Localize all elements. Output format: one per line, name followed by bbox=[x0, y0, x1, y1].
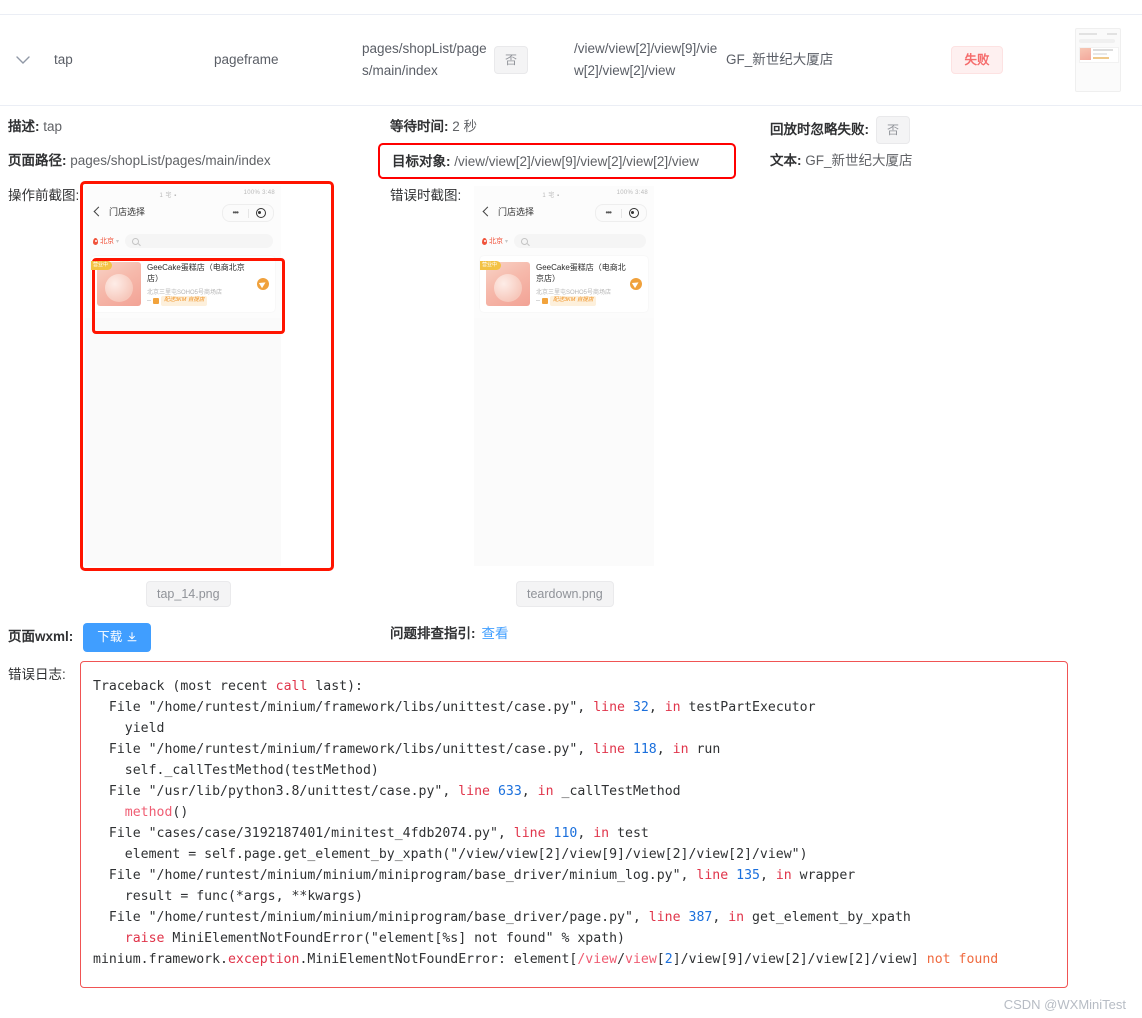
summary-frame: pageframe bbox=[214, 52, 279, 67]
delivery-icon bbox=[542, 297, 548, 304]
download-button[interactable]: 下载 bbox=[83, 623, 152, 652]
status-badge: 失败 bbox=[951, 45, 1003, 75]
page-path-label: 页面路径: bbox=[8, 153, 67, 168]
wechat-capsule-button[interactable]: ••• bbox=[595, 204, 647, 222]
description-label: 描述: bbox=[8, 119, 40, 134]
close-circle-icon[interactable] bbox=[622, 208, 647, 218]
step-summary-row[interactable]: tap pageframe pages/shopList/pages/main/… bbox=[0, 15, 1142, 105]
guide-view-link[interactable]: 查看 bbox=[482, 624, 509, 644]
field-page-path: 页面路径: pages/shopList/pages/main/index bbox=[8, 151, 271, 171]
download-button-label: 下载 bbox=[97, 630, 123, 644]
city-caret-icon[interactable]: ▾ bbox=[505, 238, 508, 245]
before-screenshot-image[interactable]: 1 宅 ▪ 100% 3:48 门店选择 ••• 北京 ▾ 营业中 GeeCak… bbox=[85, 186, 281, 566]
dash-decor bbox=[536, 300, 540, 302]
ignore-failure-badge: 否 bbox=[876, 116, 911, 144]
navigate-arrow-icon[interactable] bbox=[630, 278, 642, 290]
more-dots-icon[interactable]: ••• bbox=[223, 209, 248, 217]
summary-ignore-badge: 否 bbox=[494, 46, 529, 74]
close-circle-icon[interactable] bbox=[249, 208, 274, 218]
back-arrow-icon[interactable] bbox=[482, 208, 491, 217]
error-screenshot-label: 错误时截图: bbox=[390, 188, 462, 203]
phone-status-bar: 1 宅 ▪ 100% 3:48 bbox=[85, 186, 281, 202]
shop-address: 北京三里屯SOHO5号商场店 bbox=[536, 290, 612, 296]
phone-list-empty-area bbox=[474, 318, 654, 566]
summary-status-cell: 失败 bbox=[901, 45, 1053, 75]
error-log-label: 错误日志: bbox=[8, 667, 66, 682]
screenshot-thumbnail[interactable] bbox=[1074, 28, 1121, 92]
error-log-content: Traceback (most recent call last): File … bbox=[93, 679, 999, 967]
field-description: 描述: tap bbox=[8, 117, 62, 137]
shop-delivery-tag: 配送3KM 自提店 bbox=[550, 296, 597, 306]
shop-tag-row: 配送3KM 自提店 bbox=[536, 296, 597, 306]
field-wait-time: 等待时间: 2 秒 bbox=[390, 117, 477, 137]
field-troubleshoot-guide: 问题排查指引: 查看 bbox=[390, 624, 509, 644]
phone-search-row[interactable]: 北京 ▾ bbox=[93, 234, 273, 248]
summary-page-path: pages/shopList/pages/main/index bbox=[362, 41, 487, 78]
phone-nav-title: 门店选择 bbox=[498, 207, 535, 217]
phone-status-left: 1 宅 ▪ bbox=[159, 193, 177, 199]
phone-search-row[interactable]: 北京 ▾ bbox=[482, 234, 646, 248]
watermark: CSDN @WXMiniTest bbox=[1003, 997, 1126, 1012]
phone-list-empty-area bbox=[85, 318, 281, 566]
wechat-capsule-button[interactable]: ••• bbox=[222, 204, 274, 222]
shop-open-badge: 营业中 bbox=[91, 261, 113, 270]
text-label: 文本: bbox=[770, 153, 802, 168]
shop-list-item[interactable]: 营业中 GeeCake蛋糕店（电商北京店） 北京三里屯SOHO5号商场店 配送3… bbox=[480, 256, 648, 312]
before-screenshot-label: 操作前截图: bbox=[8, 188, 80, 203]
phone-status-right: 100% 3:48 bbox=[616, 190, 648, 196]
wait-time-label: 等待时间: bbox=[390, 119, 449, 134]
phone-nav-bar: 门店选择 ••• bbox=[474, 204, 654, 228]
description-value: tap bbox=[43, 119, 63, 134]
location-pin-icon bbox=[93, 237, 98, 245]
phone-nav-bar: 门店选择 ••• bbox=[85, 204, 281, 228]
wait-time-value: 2 秒 bbox=[452, 119, 478, 134]
error-log-box[interactable]: Traceback (most recent call last): File … bbox=[80, 661, 1068, 988]
ignore-failure-label: 回放时忽略失败: bbox=[770, 122, 869, 137]
target-object-label: 目标对象: bbox=[392, 154, 451, 169]
download-icon bbox=[127, 632, 137, 642]
search-icon bbox=[132, 238, 140, 245]
summary-ignore-cell: 否 bbox=[494, 46, 574, 74]
field-target-object: 目标对象: /view/view[2]/view[9]/view[2]/view… bbox=[392, 152, 699, 172]
shop-name: GeeCake蛋糕店（电商北京店） bbox=[536, 263, 626, 283]
target-object-value: /view/view[2]/view[9]/view[2]/view[2]/vi… bbox=[454, 154, 699, 169]
search-icon bbox=[521, 238, 529, 245]
back-arrow-icon[interactable] bbox=[93, 208, 102, 217]
text-value: GF_新世纪大厦店 bbox=[805, 153, 913, 168]
phone-status-left: 1 宅 ▪ bbox=[542, 193, 560, 199]
phone-search-input[interactable] bbox=[125, 234, 273, 248]
city-selector-label[interactable]: 北京 bbox=[100, 236, 114, 246]
error-screenshot-image[interactable]: 1 宅 ▪ 100% 3:48 门店选择 ••• 北京 ▾ 营业中 GeeCak… bbox=[474, 186, 654, 566]
field-ignore-failure: 回放时忽略失败: 否 bbox=[770, 116, 911, 144]
guide-label: 问题排查指引: bbox=[390, 626, 476, 641]
phone-status-right: 100% 3:48 bbox=[243, 190, 275, 196]
city-selector-label[interactable]: 北京 bbox=[489, 236, 503, 246]
phone-search-input[interactable] bbox=[514, 234, 646, 248]
field-page-wxml: 页面wxml: 下载 bbox=[8, 623, 152, 652]
summary-target-object: /view/view[2]/view[9]/view[2]/view[2]/vi… bbox=[574, 41, 718, 78]
before-screenshot-filename: tap_14.png bbox=[146, 581, 231, 608]
chevron-down-icon[interactable] bbox=[0, 55, 46, 65]
shop-open-badge: 营业中 bbox=[480, 261, 502, 270]
target-element-highlight bbox=[92, 258, 285, 334]
page-wxml-label: 页面wxml: bbox=[8, 629, 74, 645]
phone-status-bar: 1 宅 ▪ 100% 3:48 bbox=[474, 186, 654, 202]
summary-action: tap bbox=[54, 52, 73, 67]
city-caret-icon[interactable]: ▾ bbox=[116, 238, 119, 245]
phone-nav-title: 门店选择 bbox=[109, 207, 146, 217]
more-dots-icon[interactable]: ••• bbox=[596, 209, 621, 217]
error-screenshot-filename: teardown.png bbox=[516, 581, 614, 608]
report-detail-page: tap pageframe pages/shopList/pages/main/… bbox=[0, 0, 1142, 1018]
location-pin-icon bbox=[482, 237, 487, 245]
summary-thumbnail-cell[interactable] bbox=[1053, 28, 1142, 92]
summary-text: GF_新世纪大厦店 bbox=[726, 52, 834, 67]
summary-divider bbox=[0, 105, 1142, 106]
page-path-value: pages/shopList/pages/main/index bbox=[70, 153, 271, 168]
field-text: 文本: GF_新世纪大厦店 bbox=[770, 151, 913, 171]
